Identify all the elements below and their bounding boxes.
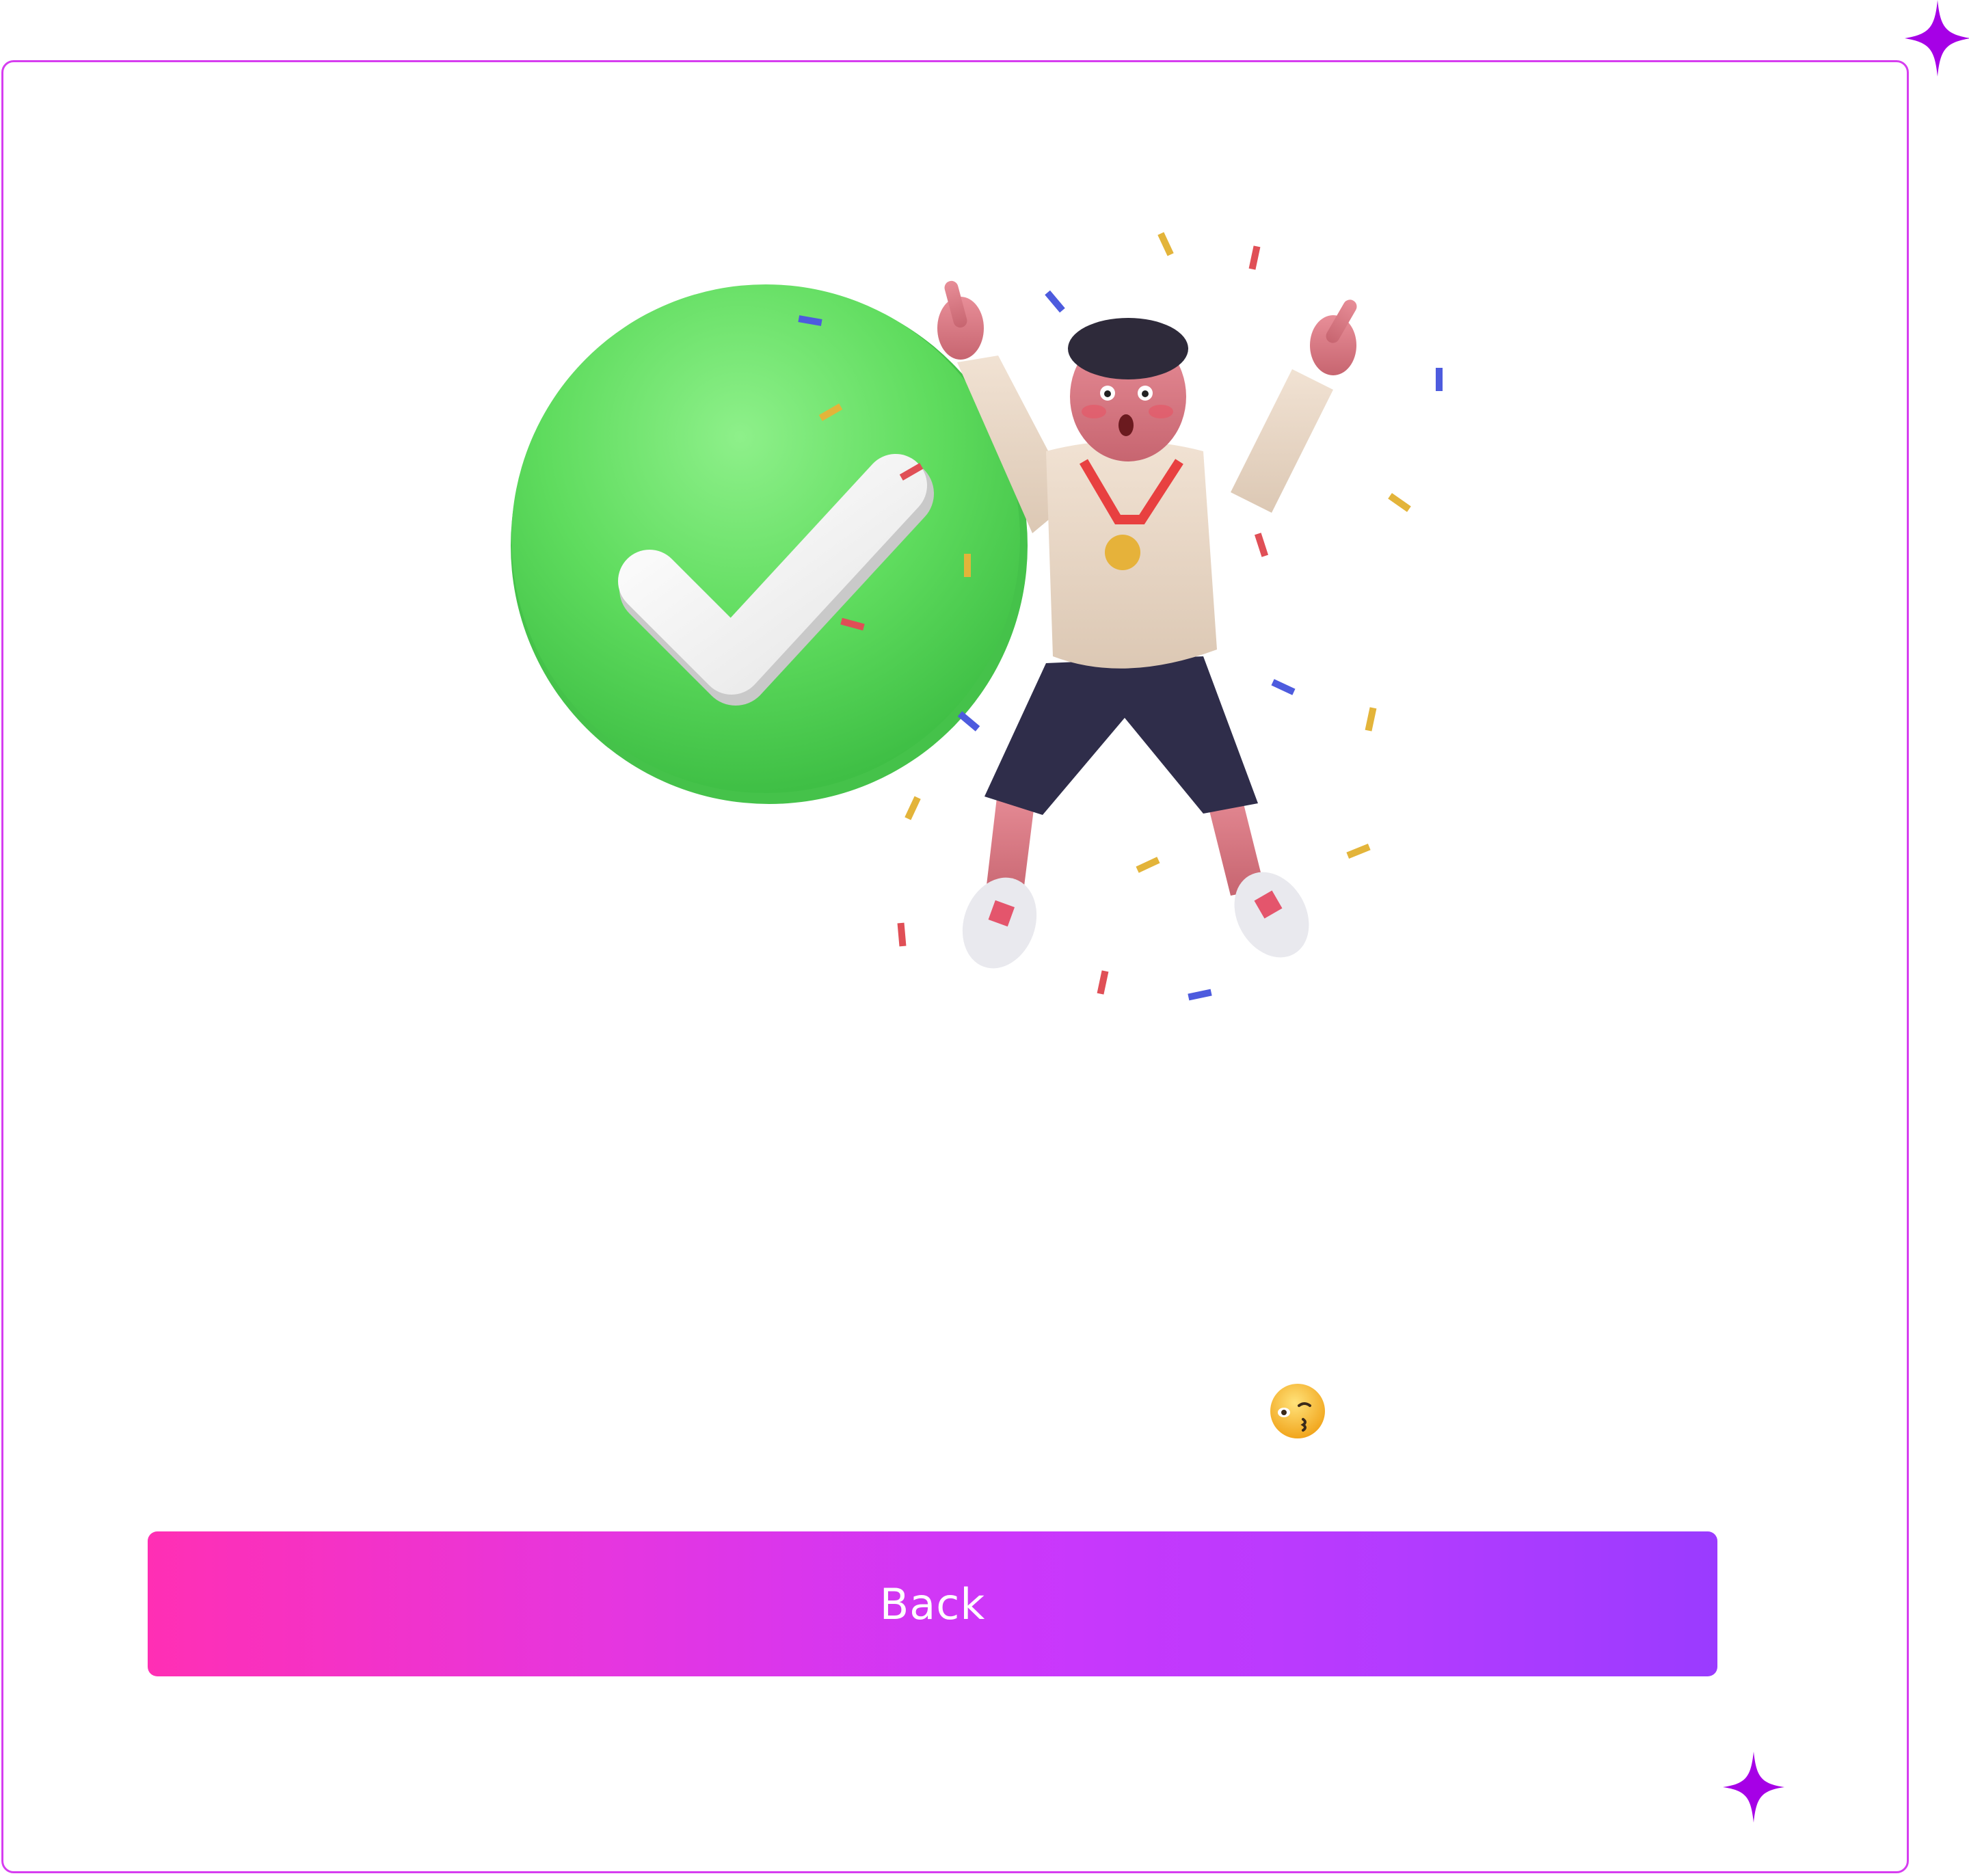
winking-kiss-emoji-icon [1270,1384,1325,1438]
success-illustration [511,232,1443,1001]
sparkle-top-icon [1905,0,1969,77]
back-button-label: Back [879,1579,986,1629]
sparkle-bottom-icon [1723,1752,1784,1823]
back-button[interactable]: Back [148,1531,1717,1676]
check-circle-icon [511,284,1028,804]
